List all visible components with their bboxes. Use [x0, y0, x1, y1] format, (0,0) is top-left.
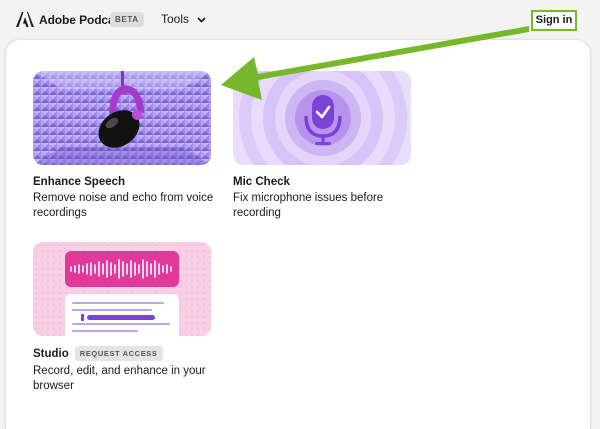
adobe-logo-icon[interactable]	[16, 12, 34, 27]
card-studio[interactable]: Studio REQUEST ACCESS Record, edit, and …	[33, 242, 223, 394]
request-access-badge: REQUEST ACCESS	[74, 346, 163, 361]
card-description: Remove noise and echo from voice recordi…	[33, 192, 214, 219]
studio-thumbnail	[33, 242, 211, 336]
tools-menu[interactable]: Tools	[161, 12, 206, 26]
mic-check-thumbnail	[233, 71, 411, 165]
card-title: Studio	[33, 347, 69, 360]
card-description: Fix microphone issues before recording	[233, 192, 384, 219]
sign-in-button[interactable]: Sign in	[531, 10, 577, 31]
enhance-speech-thumbnail	[33, 71, 211, 165]
card-title: Enhance Speech	[33, 176, 126, 188]
card-mic-check[interactable]: Mic Check Fix microphone issues before r…	[233, 71, 423, 221]
main-panel: Enhance Speech Remove noise and echo fro…	[6, 40, 590, 429]
studio-title-row: Studio REQUEST ACCESS	[33, 346, 223, 361]
top-bar: Adobe Podcast BETA Tools Sign in	[0, 0, 600, 40]
microphone-icon	[33, 71, 211, 165]
chevron-down-icon	[197, 12, 206, 26]
card-title: Mic Check	[233, 176, 290, 188]
card-enhance-speech[interactable]: Enhance Speech Remove noise and echo fro…	[33, 71, 223, 221]
beta-badge: BETA	[110, 12, 144, 27]
tools-label: Tools	[161, 12, 190, 26]
waveform-editor-icon	[33, 242, 211, 336]
card-description: Record, edit, and enhance in your browse…	[33, 365, 206, 392]
mic-check-icon	[233, 71, 411, 165]
